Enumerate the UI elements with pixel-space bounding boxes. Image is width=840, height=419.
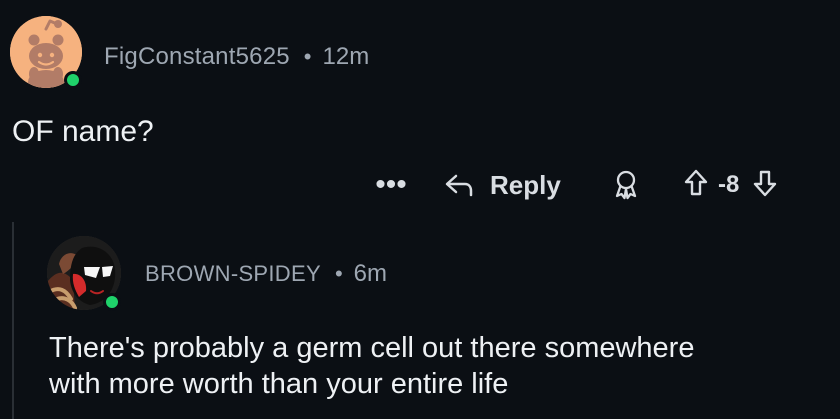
reply-body-line: with more worth than your entire life [49,368,509,400]
reply-body-line: There's probably a germ cell out there s… [49,332,695,364]
reply-online-status-indicator [103,293,121,311]
reply-meta-separator: • [334,261,343,286]
reply-meta: BROWN-SPIDEY • 6m [145,260,387,288]
reply-comment: BROWN-SPIDEY • 6m There's probably a ger… [0,0,840,419]
reply-body: There's probably a germ cell out there s… [49,330,839,402]
reply-timestamp: 6m [353,260,387,287]
reply-author[interactable]: BROWN-SPIDEY [145,260,321,288]
comment-thread: FigConstant5625 • 12m OF name? ••• Reply [0,0,840,419]
